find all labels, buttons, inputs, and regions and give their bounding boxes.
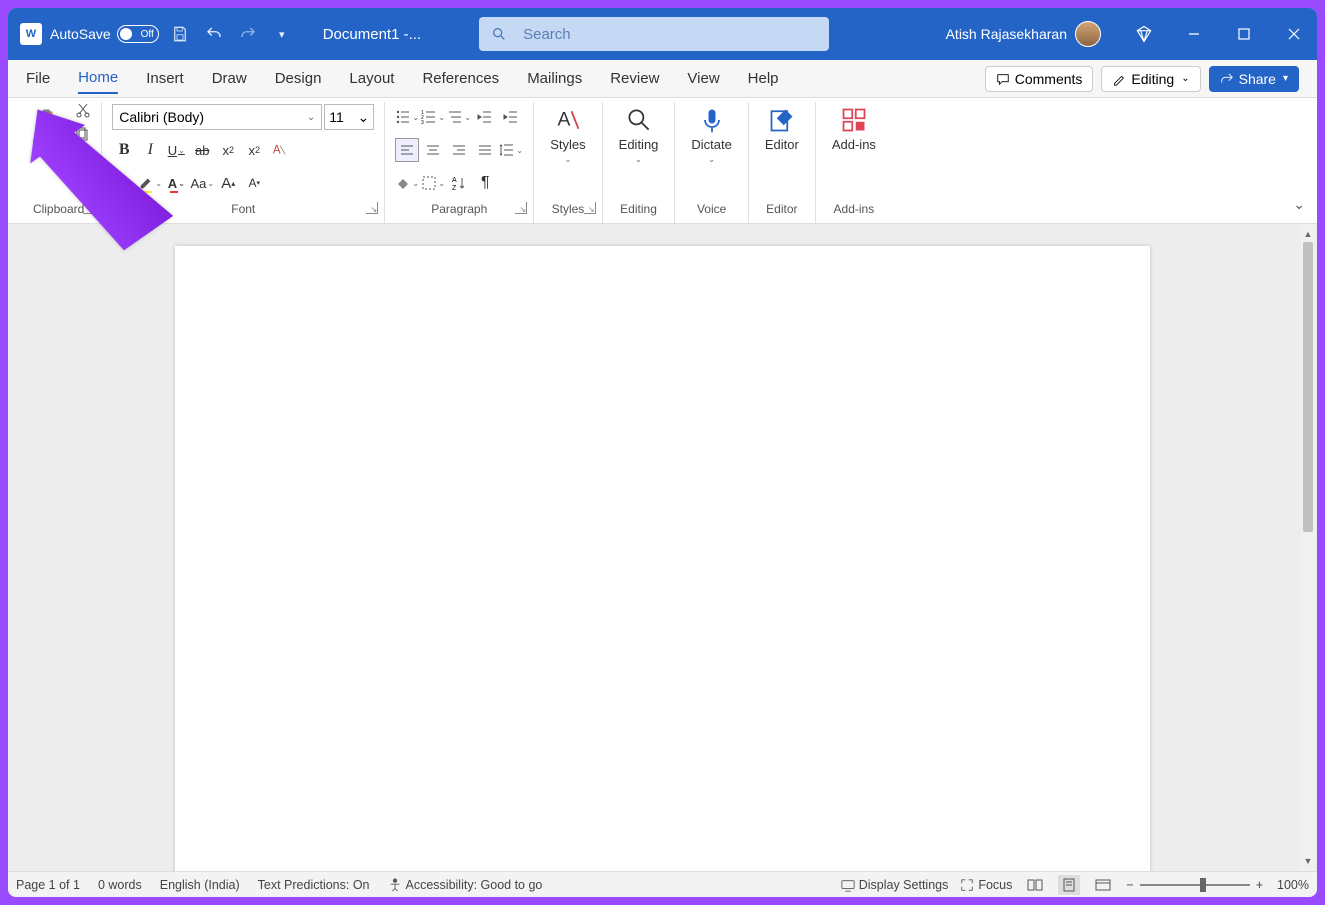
superscript-button[interactable]: x2: [242, 138, 266, 162]
bullets-icon[interactable]: ⌄: [395, 105, 419, 129]
show-marks-icon[interactable]: ¶: [473, 171, 497, 195]
save-icon[interactable]: [167, 21, 193, 47]
autosave-toggle[interactable]: Off: [117, 25, 159, 43]
multilevel-icon[interactable]: ⌄: [447, 105, 471, 129]
status-bar: Page 1 of 1 0 words English (India) Text…: [8, 871, 1317, 897]
focus-mode[interactable]: Focus: [960, 878, 1012, 892]
ribbon-tabs: File Home Insert Draw Design Layout Refe…: [8, 60, 1317, 98]
tab-mailings[interactable]: Mailings: [527, 64, 582, 93]
group-paragraph: ⌄ 123⌄ ⌄ ⌄ ⌄ ⌄ AZ ¶: [385, 102, 534, 223]
language-status[interactable]: English (India): [160, 878, 240, 892]
document-title[interactable]: Document1 -...: [323, 26, 421, 43]
document-area: ▲ ▼: [8, 224, 1317, 871]
subscript-button[interactable]: x2: [216, 138, 240, 162]
strikethrough-button[interactable]: ab: [190, 138, 214, 162]
justify-icon[interactable]: [473, 138, 497, 162]
align-right-icon[interactable]: [447, 138, 471, 162]
search-input[interactable]: Search: [479, 17, 829, 51]
scroll-down-icon[interactable]: ▼: [1301, 853, 1315, 869]
tab-help[interactable]: Help: [748, 64, 779, 93]
svg-text:Z: Z: [452, 185, 457, 191]
styles-button[interactable]: A Styles⌄: [544, 102, 591, 168]
group-styles: A Styles⌄ Styles: [534, 102, 602, 223]
svg-text:3: 3: [421, 120, 424, 125]
page-status[interactable]: Page 1 of 1: [16, 878, 80, 892]
vertical-scrollbar[interactable]: ▲ ▼: [1301, 224, 1315, 871]
tab-references[interactable]: References: [422, 64, 499, 93]
align-center-icon[interactable]: [421, 138, 445, 162]
document-page[interactable]: [175, 246, 1150, 871]
addins-button[interactable]: Add-ins: [826, 102, 882, 156]
align-left-icon[interactable]: [395, 138, 419, 162]
zoom-level[interactable]: 100%: [1277, 878, 1309, 892]
close-button[interactable]: [1279, 19, 1309, 49]
accessibility-status[interactable]: Accessibility: Good to go: [388, 878, 543, 892]
title-bar: W AutoSave Off ▾ Document1 -... Search A…: [8, 8, 1317, 60]
zoom-in-icon[interactable]: +: [1256, 878, 1263, 892]
tab-draw[interactable]: Draw: [212, 64, 247, 93]
editing-button[interactable]: Editing⌄: [613, 102, 665, 168]
zoom-slider[interactable]: [1140, 884, 1250, 886]
tab-file[interactable]: File: [26, 64, 50, 93]
dictate-button[interactable]: Dictate⌄: [685, 102, 737, 168]
autosave[interactable]: AutoSave Off: [50, 25, 159, 43]
increase-indent-icon[interactable]: [499, 105, 523, 129]
undo-icon[interactable]: [201, 21, 227, 47]
redo-icon[interactable]: [235, 21, 261, 47]
styles-dialog-icon[interactable]: [584, 202, 596, 214]
group-addins: Add-ins Add-ins: [816, 102, 892, 223]
sort-icon[interactable]: AZ: [447, 171, 471, 195]
font-dialog-icon[interactable]: [366, 202, 378, 214]
autosave-label: AutoSave: [50, 26, 111, 42]
web-layout-icon[interactable]: [1092, 875, 1114, 895]
paragraph-dialog-icon[interactable]: [515, 202, 527, 214]
group-editing: Editing⌄ Editing: [603, 102, 676, 223]
minimize-button[interactable]: [1179, 19, 1209, 49]
shading-icon[interactable]: ⌄: [395, 171, 419, 195]
diamond-icon[interactable]: [1129, 19, 1159, 49]
collapse-ribbon-icon[interactable]: ⌄: [1293, 196, 1305, 213]
word-app-icon: W: [20, 23, 42, 45]
scroll-thumb[interactable]: [1303, 242, 1313, 532]
comments-button[interactable]: Comments: [985, 66, 1094, 92]
user-account[interactable]: Atish Rajasekharan: [946, 21, 1101, 47]
svg-text:A: A: [273, 145, 281, 157]
svg-text:A: A: [557, 109, 570, 130]
group-voice: Dictate⌄ Voice: [675, 102, 748, 223]
grow-font-icon[interactable]: A▴: [216, 171, 240, 195]
word-window: W AutoSave Off ▾ Document1 -... Search A…: [8, 8, 1317, 897]
share-button[interactable]: Share▾: [1209, 66, 1299, 92]
group-editor: Editor Editor: [749, 102, 816, 223]
svg-text:A: A: [452, 177, 457, 184]
tab-layout[interactable]: Layout: [349, 64, 394, 93]
decrease-indent-icon[interactable]: [473, 105, 497, 129]
numbering-icon[interactable]: 123⌄: [421, 105, 445, 129]
zoom-control[interactable]: − + 100%: [1126, 878, 1309, 892]
tab-insert[interactable]: Insert: [146, 64, 184, 93]
shrink-font-icon[interactable]: A▾: [242, 171, 266, 195]
tab-view[interactable]: View: [687, 64, 719, 93]
qat-dropdown-icon[interactable]: ▾: [269, 21, 295, 47]
line-spacing-icon[interactable]: ⌄: [499, 138, 523, 162]
maximize-button[interactable]: [1229, 19, 1259, 49]
word-count[interactable]: 0 words: [98, 878, 142, 892]
text-predictions-status[interactable]: Text Predictions: On: [258, 878, 370, 892]
editing-mode-button[interactable]: Editing⌄: [1101, 66, 1200, 92]
font-size-input[interactable]: 11⌄: [324, 104, 374, 130]
clear-format-icon[interactable]: A: [268, 138, 292, 162]
borders-icon[interactable]: ⌄: [421, 171, 445, 195]
tab-review[interactable]: Review: [610, 64, 659, 93]
zoom-out-icon[interactable]: −: [1126, 878, 1133, 892]
avatar: [1075, 21, 1101, 47]
scroll-up-icon[interactable]: ▲: [1301, 226, 1315, 242]
read-mode-icon[interactable]: [1024, 875, 1046, 895]
display-settings[interactable]: Display Settings: [841, 878, 949, 892]
tab-design[interactable]: Design: [275, 64, 322, 93]
editor-button[interactable]: Editor: [759, 102, 805, 156]
print-layout-icon[interactable]: [1058, 875, 1080, 895]
